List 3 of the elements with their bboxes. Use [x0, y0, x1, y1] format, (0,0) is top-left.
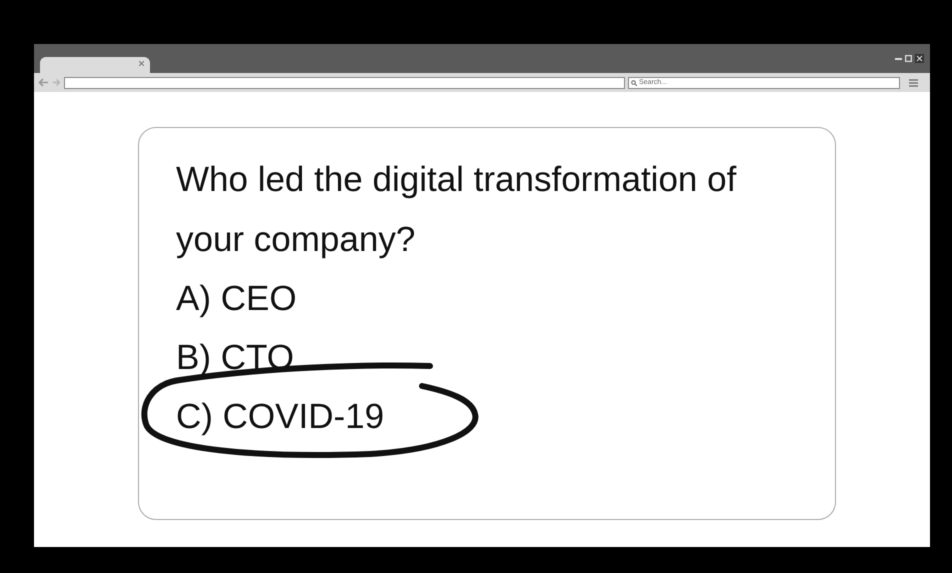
question-text: Who led the digital transformation of your company? — [176, 159, 738, 261]
answer-option: C) COVID-19 — [176, 391, 384, 444]
answer-option: A) CEO — [176, 273, 297, 326]
